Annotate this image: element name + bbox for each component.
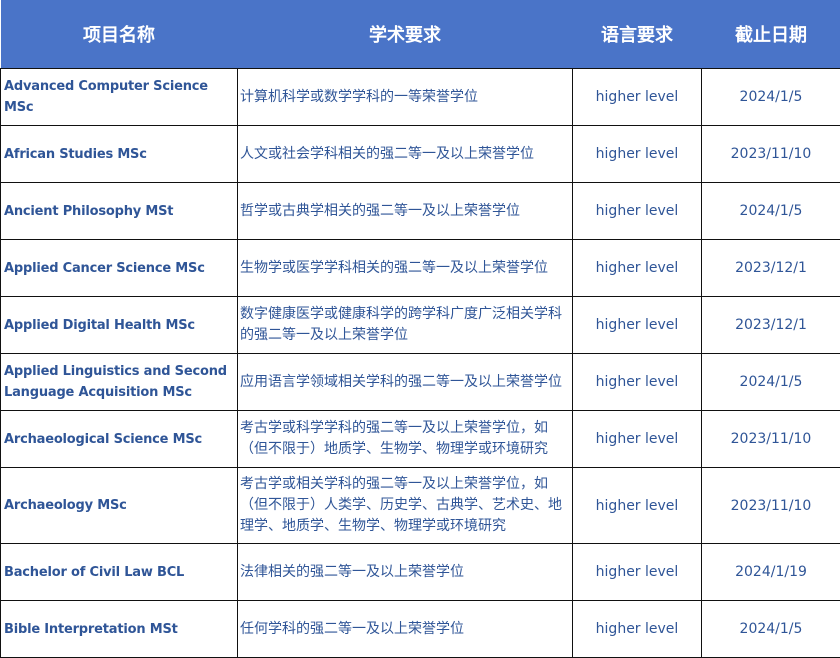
language-requirement-cell: higher level [572,68,702,126]
academic-requirement-text: 人文或社会学科相关的强二等一及以上荣誉学位 [240,145,534,162]
program-name-cell: Ancient Philosophy MSt [0,182,238,240]
language-requirement-cell: higher level [572,543,702,601]
academic-requirement-text: 任何学科的强二等一及以上荣誉学位 [240,620,464,637]
deadline-cell: 2023/12/1 [701,296,840,354]
language-requirement-cell: higher level [572,125,702,183]
deadline-cell: 2024/1/19 [701,543,840,601]
table-row: Archaeological Science MSc 考古学或科学学科的强二等一及… [0,410,840,468]
language-requirement-cell: higher level [572,467,702,544]
header-academic-requirement: 学术要求 [237,0,573,69]
language-requirement-cell: higher level [572,410,702,468]
program-name-cell: African Studies MSc [0,125,238,183]
academic-requirement-cell: 考古学或科学学科的强二等一及以上荣誉学位，如（但不限于）地质学、生物学、物理学或… [237,410,573,468]
language-requirement-cell: higher level [572,182,702,240]
header-language-requirement: 语言要求 [572,0,702,69]
language-requirement-cell: higher level [572,600,702,658]
deadline-cell: 2023/11/10 [701,467,840,544]
program-name-cell: Bachelor of Civil Law BCL [0,543,238,601]
academic-requirement-text: 法律相关的强二等一及以上荣誉学位 [240,563,464,580]
academic-requirement-cell: 计算机科学或数学学科的一等荣誉学位 [237,68,573,126]
header-deadline: 截止日期 [701,0,840,69]
academic-requirement-cell: 人文或社会学科相关的强二等一及以上荣誉学位 [237,125,573,183]
language-requirement-cell: higher level [572,353,702,411]
deadline-cell: 2024/1/5 [701,182,840,240]
programs-table: 项目名称 学术要求 语言要求 截止日期 Advanced Computer Sc… [0,0,840,658]
deadline-cell: 2023/11/10 [701,410,840,468]
table-row: Advanced Computer Science MSc 计算机科学或数学学科的… [0,68,840,126]
table-header: 项目名称 学术要求 语言要求 截止日期 [0,0,840,69]
header-program-name: 项目名称 [0,0,238,69]
deadline-cell: 2024/1/5 [701,353,840,411]
academic-requirement-text: 数字健康医学或健康科学的跨学科广度广泛相关学科的强二等一及以上荣誉学位 [240,306,562,343]
deadline-cell: 2023/11/10 [701,125,840,183]
academic-requirement-cell: 考古学或相关学科的强二等一及以上荣誉学位，如（但不限于）人类学、历史学、古典学、… [237,467,573,544]
program-name-cell: Applied Linguistics and Second Language … [0,353,238,411]
academic-requirement-text: 考古学或相关学科的强二等一及以上荣誉学位，如（但不限于）人类学、历史学、古典学、… [240,476,562,534]
language-requirement-cell: higher level [572,239,702,297]
academic-requirement-text: 考古学或科学学科的强二等一及以上荣誉学位，如（但不限于）地质学、生物学、物理学或… [240,420,548,457]
deadline-cell: 2023/12/1 [701,239,840,297]
academic-requirement-text: 哲学或古典学相关的强二等一及以上荣誉学位 [240,202,520,219]
academic-requirement-cell: 生物学或医学学科相关的强二等一及以上荣誉学位 [237,239,573,297]
table-row: Applied Linguistics and Second Language … [0,353,840,411]
program-name-cell: Archaeological Science MSc [0,410,238,468]
program-name-cell: Bible Interpretation MSt [0,600,238,658]
deadline-cell: 2024/1/5 [701,600,840,658]
table-body: Advanced Computer Science MSc 计算机科学或数学学科的… [0,68,840,658]
program-name-cell: Applied Digital Health MSc [0,296,238,354]
program-name-cell: Advanced Computer Science MSc [0,68,238,126]
academic-requirement-cell: 法律相关的强二等一及以上荣誉学位 [237,543,573,601]
program-name-cell: Archaeology MSc [0,467,238,544]
deadline-cell: 2024/1/5 [701,68,840,126]
table-row: Archaeology MSc 考古学或相关学科的强二等一及以上荣誉学位，如（但不… [0,467,840,544]
academic-requirement-cell: 数字健康医学或健康科学的跨学科广度广泛相关学科的强二等一及以上荣誉学位 [237,296,573,354]
table-row: Bachelor of Civil Law BCL 法律相关的强二等一及以上荣誉学… [0,543,840,601]
program-name-cell: Applied Cancer Science MSc [0,239,238,297]
academic-requirement-text: 生物学或医学学科相关的强二等一及以上荣誉学位 [240,259,548,276]
academic-requirement-cell: 应用语言学领域相关学科的强二等一及以上荣誉学位 [237,353,573,411]
language-requirement-cell: higher level [572,296,702,354]
table-row: Bible Interpretation MSt 任何学科的强二等一及以上荣誉学位… [0,600,840,658]
table-row: African Studies MSc 人文或社会学科相关的强二等一及以上荣誉学位… [0,125,840,183]
academic-requirement-text: 应用语言学领域相关学科的强二等一及以上荣誉学位 [240,373,562,390]
academic-requirement-cell: 任何学科的强二等一及以上荣誉学位 [237,600,573,658]
table-row: Applied Cancer Science MSc 生物学或医学学科相关的强二等… [0,239,840,297]
academic-requirement-cell: 哲学或古典学相关的强二等一及以上荣誉学位 [237,182,573,240]
academic-requirement-text: 计算机科学或数学学科的一等荣誉学位 [240,88,478,105]
table-row: Ancient Philosophy MSt 哲学或古典学相关的强二等一及以上荣誉… [0,182,840,240]
table-row: Applied Digital Health MSc 数字健康医学或健康科学的跨学… [0,296,840,354]
